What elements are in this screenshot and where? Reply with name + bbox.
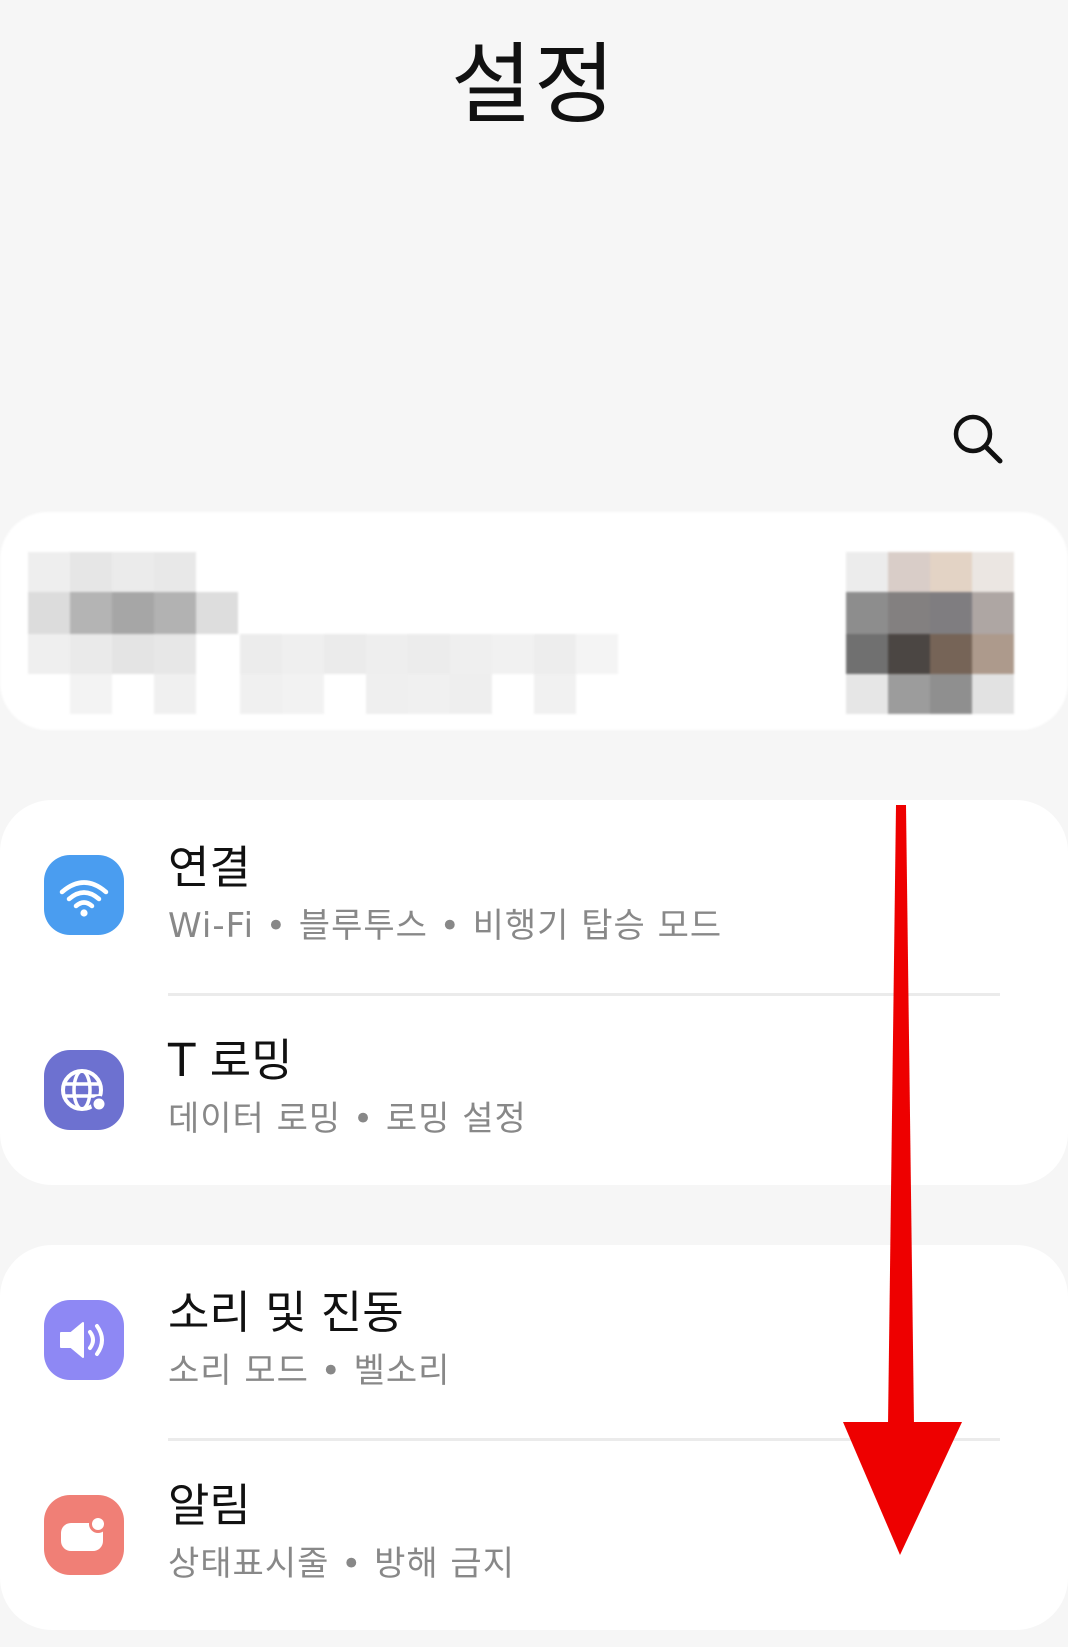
account-avatar-pixel [154,634,196,674]
account-text-pixel [240,674,282,714]
account-photo-pixel [888,592,930,634]
settings-item-title: T 로밍 [168,1034,293,1087]
account-text-pixel [408,634,450,674]
account-text-pixel [366,634,408,674]
settings-item-title: 연결 [168,841,251,894]
account-text-pixel [240,634,282,674]
account-avatar-pixel [112,634,154,674]
search-button[interactable] [948,410,1008,470]
wifi-icon [59,880,109,917]
globe-icon [61,1069,107,1112]
account-avatar-pixel [154,552,196,592]
account-card[interactable] [0,512,1068,730]
account-avatar-pixel [28,552,70,592]
speaker-icon [60,1322,104,1358]
account-photo-pixel [888,552,930,592]
account-avatar-pixel [70,592,112,634]
search-icon [953,414,1003,464]
account-text-pixel [408,674,450,714]
settings-item-subtitle: 데이터 로밍 • 로밍 설정 [168,1099,527,1139]
speaker-icon-tile [44,1300,124,1380]
account-photo-pixel [972,592,1014,634]
account-photo-pixel [930,634,972,674]
account-text-pixel [450,634,492,674]
settings-item-subtitle: 소리 모드 • 벨소리 [168,1351,451,1391]
settings-item-subtitle: Wi-Fi • 블루투스 • 비행기 탑승 모드 [168,906,723,946]
account-avatar-pixel [28,634,70,674]
account-text-pixel [534,674,576,714]
account-photo-pixel [846,592,888,634]
account-text-pixel [366,674,408,714]
settings-item-notifications[interactable]: 알림 상태표시줄 • 방해 금지 [0,1440,1068,1635]
settings-item-sound-vibration[interactable]: 소리 및 진동 소리 모드 • 벨소리 [0,1245,1068,1440]
page-title: 설정 [451,33,617,136]
wifi-icon-tile [44,855,124,935]
account-avatar-pixel [112,552,154,592]
account-text-pixel [534,634,576,674]
account-text-pixel [450,674,492,714]
account-photo-pixel [846,552,888,592]
account-text-pixel [282,674,324,714]
settings-item-connections[interactable]: 연결 Wi-Fi • 블루투스 • 비행기 탑승 모드 [0,800,1068,995]
account-photo-pixel [930,592,972,634]
settings-item-subtitle: 상태표시줄 • 방해 금지 [168,1544,515,1584]
account-text-pixel [282,634,324,674]
notification-icon-tile [44,1495,124,1575]
account-avatar-pixel [196,592,238,634]
settings-item-title: 알림 [168,1479,251,1532]
account-avatar-pixel [70,634,112,674]
settings-group-connections: 연결 Wi-Fi • 블루투스 • 비행기 탑승 모드 T 로밍 데이터 로밍 … [0,800,1068,1185]
account-text-pixel [324,634,366,674]
account-text-pixel [492,634,534,674]
account-photo-pixel [846,674,888,714]
account-photo-pixel [972,552,1014,592]
account-photo-pixel [972,634,1014,674]
account-avatar-pixel [112,592,154,634]
settings-item-title: 소리 및 진동 [168,1286,404,1339]
settings-item-t-roaming[interactable]: T 로밍 데이터 로밍 • 로밍 설정 [0,995,1068,1190]
account-avatar-pixel [28,592,70,634]
account-photo-pixel [972,674,1014,714]
account-photo-pixel [846,634,888,674]
settings-group-sound: 소리 및 진동 소리 모드 • 벨소리 알림 상태표시줄 • 방해 금지 [0,1245,1068,1630]
account-photo-pixel [888,674,930,714]
account-photo-pixel [888,634,930,674]
account-avatar-pixel [154,592,196,634]
account-photo-pixel [930,674,972,714]
account-avatar-pixel [70,674,112,714]
notification-icon [61,1515,107,1551]
account-avatar-pixel [70,552,112,592]
account-photo-pixel [930,552,972,592]
account-text-pixel [576,634,618,674]
account-avatar-pixel [154,674,196,714]
globe-icon-tile [44,1050,124,1130]
